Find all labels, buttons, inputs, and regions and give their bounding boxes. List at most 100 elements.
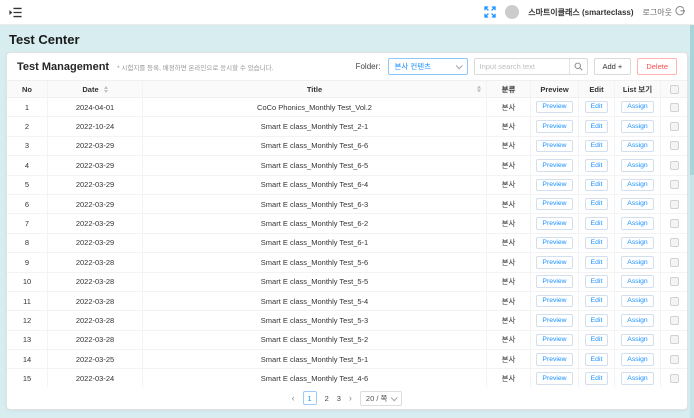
edit-button[interactable]: Edit xyxy=(585,120,609,132)
assign-button[interactable]: Assign xyxy=(621,237,653,249)
row-checkbox[interactable] xyxy=(670,374,679,383)
row-checkbox[interactable] xyxy=(670,316,679,325)
assign-button[interactable]: Assign xyxy=(621,101,653,113)
edit-button[interactable]: Edit xyxy=(585,275,609,287)
table-row: 2 2022-10-24 Smart E class_Monthly Test_… xyxy=(7,117,687,136)
row-checkbox[interactable] xyxy=(670,180,679,189)
row-category: 본사 xyxy=(487,331,531,349)
assign-button[interactable]: Assign xyxy=(621,198,653,210)
page-size-select[interactable]: 20 / 쪽 xyxy=(360,391,403,406)
add-button[interactable]: Add + xyxy=(594,58,632,75)
logout-button[interactable]: 로그아웃 xyxy=(643,6,685,18)
preview-button[interactable]: Preview xyxy=(536,140,572,152)
preview-button[interactable]: Preview xyxy=(536,314,572,326)
row-checkbox[interactable] xyxy=(670,141,679,150)
edit-button[interactable]: Edit xyxy=(585,314,609,326)
header-edit: Edit xyxy=(579,81,615,97)
row-number: 1 xyxy=(7,98,48,116)
row-date: 2024-04-01 xyxy=(48,98,143,116)
preview-button[interactable]: Preview xyxy=(536,372,572,384)
assign-button[interactable]: Assign xyxy=(621,295,653,307)
row-title: Smart E class_Monthly Test_5-6 xyxy=(143,253,487,271)
fullscreen-icon[interactable] xyxy=(484,6,496,18)
row-checkbox[interactable] xyxy=(670,122,679,131)
row-category: 본사 xyxy=(487,234,531,252)
search-icon xyxy=(574,62,583,71)
select-all-checkbox[interactable] xyxy=(670,85,679,94)
assign-button[interactable]: Assign xyxy=(621,372,653,384)
assign-button[interactable]: Assign xyxy=(621,334,653,346)
preview-button[interactable]: Preview xyxy=(536,179,572,191)
search-button[interactable] xyxy=(569,59,587,74)
preview-button[interactable]: Preview xyxy=(536,256,572,268)
prev-page-button[interactable]: ‹ xyxy=(292,394,295,403)
edit-button[interactable]: Edit xyxy=(585,140,609,152)
edit-button[interactable]: Edit xyxy=(585,198,609,210)
assign-button[interactable]: Assign xyxy=(621,179,653,191)
edit-button[interactable]: Edit xyxy=(585,217,609,229)
preview-button[interactable]: Preview xyxy=(536,334,572,346)
row-checkbox[interactable] xyxy=(670,258,679,267)
preview-button[interactable]: Preview xyxy=(536,159,572,171)
table-row: 13 2022-03-28 Smart E class_Monthly Test… xyxy=(7,331,687,350)
edit-button[interactable]: Edit xyxy=(585,159,609,171)
row-title: Smart E class_Monthly Test_5-5 xyxy=(143,273,487,291)
preview-button[interactable]: Preview xyxy=(536,120,572,132)
sort-icon[interactable] xyxy=(477,86,481,93)
menu-unfold-icon[interactable] xyxy=(9,6,22,19)
preview-button[interactable]: Preview xyxy=(536,295,572,307)
scrollbar-thumb[interactable] xyxy=(690,25,694,175)
row-checkbox[interactable] xyxy=(670,297,679,306)
search-input[interactable] xyxy=(475,59,569,74)
page-button-2[interactable]: 2 xyxy=(325,394,329,403)
sort-icon[interactable] xyxy=(104,86,108,93)
assign-button[interactable]: Assign xyxy=(621,120,653,132)
row-checkbox[interactable] xyxy=(670,161,679,170)
assign-button[interactable]: Assign xyxy=(621,275,653,287)
row-checkbox[interactable] xyxy=(670,277,679,286)
row-checkbox[interactable] xyxy=(670,219,679,228)
assign-button[interactable]: Assign xyxy=(621,314,653,326)
assign-button[interactable]: Assign xyxy=(621,140,653,152)
edit-button[interactable]: Edit xyxy=(585,295,609,307)
preview-button[interactable]: Preview xyxy=(536,217,572,229)
scrollbar[interactable] xyxy=(690,25,694,418)
row-checkbox[interactable] xyxy=(670,103,679,112)
preview-button[interactable]: Preview xyxy=(536,198,572,210)
row-number: 13 xyxy=(7,331,48,349)
avatar xyxy=(505,5,519,19)
assign-button[interactable]: Assign xyxy=(621,217,653,229)
row-category: 본사 xyxy=(487,292,531,310)
next-page-button[interactable]: › xyxy=(349,394,352,403)
assign-button[interactable]: Assign xyxy=(621,159,653,171)
folder-select[interactable]: 본사 컨텐츠 xyxy=(388,58,468,75)
delete-button[interactable]: Delete xyxy=(637,58,677,75)
row-checkbox[interactable] xyxy=(670,238,679,247)
row-title: Smart E class_Monthly Test_6-5 xyxy=(143,156,487,174)
edit-button[interactable]: Edit xyxy=(585,353,609,365)
row-checkbox[interactable] xyxy=(670,355,679,364)
row-number: 6 xyxy=(7,195,48,213)
preview-button[interactable]: Preview xyxy=(536,101,572,113)
edit-button[interactable]: Edit xyxy=(585,256,609,268)
edit-button[interactable]: Edit xyxy=(585,372,609,384)
assign-button[interactable]: Assign xyxy=(621,353,653,365)
topbar: 스마트이클래스 (smarteclass) 로그아웃 xyxy=(0,0,694,25)
row-checkbox[interactable] xyxy=(670,200,679,209)
row-title: Smart E class_Monthly Test_6-6 xyxy=(143,137,487,155)
chevron-down-icon xyxy=(391,394,398,401)
edit-button[interactable]: Edit xyxy=(585,334,609,346)
header-date: Date xyxy=(48,81,143,97)
page-button-3[interactable]: 3 xyxy=(337,394,341,403)
row-checkbox[interactable] xyxy=(670,335,679,344)
page-button-1[interactable]: 1 xyxy=(303,391,317,405)
preview-button[interactable]: Preview xyxy=(536,353,572,365)
edit-button[interactable]: Edit xyxy=(585,101,609,113)
header-title: Title xyxy=(143,81,487,97)
preview-button[interactable]: Preview xyxy=(536,237,572,249)
edit-button[interactable]: Edit xyxy=(585,237,609,249)
preview-button[interactable]: Preview xyxy=(536,275,572,287)
test-management-panel: Test Management * 시험지를 등록, 배정하면 온라인으로 응시… xyxy=(6,52,688,410)
assign-button[interactable]: Assign xyxy=(621,256,653,268)
edit-button[interactable]: Edit xyxy=(585,179,609,191)
